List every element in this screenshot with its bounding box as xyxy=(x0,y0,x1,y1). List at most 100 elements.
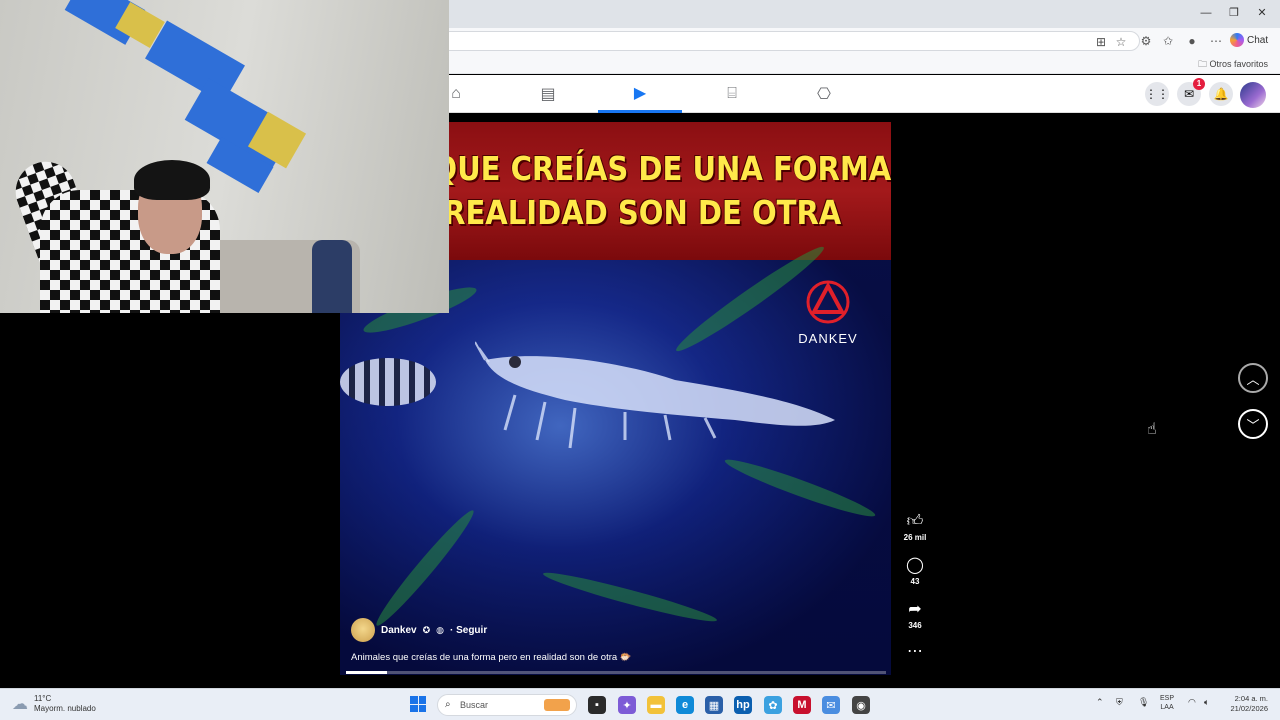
verified-icon: ✪ xyxy=(422,624,431,635)
home-icon: ⌂ xyxy=(451,85,461,102)
minimize-icon[interactable]: — xyxy=(1192,4,1220,22)
tab-feeds[interactable]: ▤ xyxy=(506,75,590,113)
shrimp-illustration xyxy=(475,341,835,449)
volume-icon[interactable]: 🔈︎ xyxy=(1204,697,1209,708)
video-caption: Animales que creías de una forma pero en… xyxy=(351,652,632,663)
comment-icon: ◯ xyxy=(906,557,924,574)
windows-taskbar: ☁ 11°C Mayorm. nublado ⌕ Buscar ▪ ✦ ▬ e … xyxy=(0,688,1280,720)
messenger-button[interactable]: ✉ 1 xyxy=(1177,78,1205,106)
url-field[interactable]: ⊞ ☆ xyxy=(440,31,1140,51)
hp-app-icon[interactable]: hp xyxy=(734,696,752,714)
search-placeholder: Buscar xyxy=(460,700,489,710)
mail-app-icon[interactable]: ✉ xyxy=(822,696,840,714)
dankev-logo-icon xyxy=(806,280,850,324)
restore-icon[interactable]: ❐ xyxy=(1220,4,1248,22)
weather-widget[interactable]: ☁ 11°C Mayorm. nublado xyxy=(12,694,96,714)
webcam-couch-arm xyxy=(312,240,352,313)
watermark-text: DANKEV xyxy=(798,331,858,346)
author-row: Dankev ✪ ◍ · Seguir xyxy=(351,618,487,642)
tab-marketplace[interactable]: ⌸ xyxy=(690,75,774,113)
video-icon: ▶ xyxy=(633,84,647,102)
mcafee-icon[interactable]: M xyxy=(793,696,811,714)
chevron-down-icon: ﹀ xyxy=(1246,417,1260,433)
webcam-person-hair xyxy=(134,160,210,200)
author-avatar[interactable] xyxy=(351,618,375,642)
messenger-icon: ✉ xyxy=(1183,87,1195,101)
banner-line-2: EN REALIDAD SON DE OTRA xyxy=(389,193,842,232)
comment-button[interactable]: ◯ 43 xyxy=(898,556,932,586)
more-dots-icon: ⋯ xyxy=(907,643,923,660)
bell-icon: 🔔 xyxy=(1213,87,1229,101)
media-app-icon[interactable]: ◉ xyxy=(852,696,870,714)
taskbar-search[interactable]: ⌕ Buscar xyxy=(437,694,577,716)
task-view-icon[interactable]: ▪ xyxy=(588,696,606,714)
profile-icon[interactable]: ● xyxy=(1184,33,1200,49)
gaming-icon: ⎔ xyxy=(817,86,831,103)
security-tray-icon[interactable]: ⛨ xyxy=(1116,697,1123,708)
plant-leaf xyxy=(541,566,719,628)
globe-icon: ◍ xyxy=(436,624,444,635)
author-name[interactable]: Dankev xyxy=(381,625,417,636)
screen: — ❐ ✕ ⊞ ☆ ⚙ ✩ ● ⋯ Chat 🗀 Otros favoritos… xyxy=(0,0,1280,720)
marketplace-icon: ⌸ xyxy=(727,85,737,102)
search-highlight-image xyxy=(544,699,570,711)
other-favorites-label: Otros favoritos xyxy=(1209,59,1268,69)
messenger-badge: 1 xyxy=(1193,78,1205,90)
search-icon: ⌕ xyxy=(445,699,451,710)
wifi-icon[interactable]: ◠ xyxy=(1188,697,1196,708)
profile-avatar[interactable] xyxy=(1240,82,1266,108)
more-menu-icon[interactable]: ⋯ xyxy=(1208,33,1224,49)
weather-description: Mayorm. nublado xyxy=(34,704,96,713)
mouse-pointer-icon: ☝ xyxy=(1147,421,1157,438)
language-code: ESP xyxy=(1160,695,1175,702)
copilot-app-icon[interactable]: ✦ xyxy=(618,696,636,714)
close-icon[interactable]: ✕ xyxy=(1248,4,1276,22)
dankev-watermark: DANKEV xyxy=(796,280,860,346)
weather-temperature: 11°C xyxy=(34,694,52,703)
share-icon: ➦ xyxy=(908,601,922,618)
store-icon[interactable]: ▦ xyxy=(705,696,723,714)
chevron-up-icon: ︿ xyxy=(1246,371,1260,387)
comment-count: 43 xyxy=(910,577,920,586)
video-progress-fill xyxy=(346,671,387,674)
more-options-button[interactable]: ⋯ xyxy=(898,642,932,662)
share-button[interactable]: ➦ 346 xyxy=(898,600,932,630)
taskbar-clock[interactable]: 2:04 a. m. 21/02/2026 xyxy=(1230,694,1268,714)
clock-time: 2:04 a. m. xyxy=(1234,694,1268,703)
keyboard-layout: LAA xyxy=(1160,704,1174,711)
notifications-button[interactable]: 🔔 xyxy=(1209,82,1233,106)
read-aloud-icon[interactable]: ⊞ xyxy=(1093,34,1109,50)
copilot-label: Chat xyxy=(1247,35,1269,46)
file-explorer-icon[interactable]: ▬ xyxy=(647,696,665,714)
menu-button[interactable]: ⋮⋮ xyxy=(1145,82,1169,106)
favorites-icon[interactable]: ✩ xyxy=(1160,33,1176,49)
photos-app-icon[interactable]: ✿ xyxy=(764,696,782,714)
favorite-star-icon[interactable]: ☆ xyxy=(1113,34,1129,50)
start-button[interactable] xyxy=(410,696,426,712)
feeds-icon: ▤ xyxy=(540,86,556,103)
striped-fish xyxy=(340,358,436,406)
share-count: 346 xyxy=(908,621,922,630)
clock-date: 21/02/2026 xyxy=(1230,704,1268,713)
language-indicator[interactable]: ESP LAA xyxy=(1160,694,1174,712)
follow-button[interactable]: · Seguir xyxy=(450,625,487,636)
webcam-overlay xyxy=(0,0,449,313)
tab-gaming[interactable]: ⎔ xyxy=(782,75,866,113)
next-reel-button[interactable]: ﹀ xyxy=(1238,409,1268,439)
thumbs-up-icon: 👍︎ xyxy=(906,513,924,530)
grid-menu-icon: ⋮⋮ xyxy=(1145,87,1169,101)
like-count: 26 mil xyxy=(903,533,927,542)
copilot-button[interactable]: Chat xyxy=(1230,32,1274,50)
show-hidden-icons[interactable]: ⌃ xyxy=(1096,697,1104,708)
other-favorites-folder[interactable]: 🗀 Otros favoritos xyxy=(1198,57,1268,73)
video-progress-bar[interactable] xyxy=(346,671,886,674)
like-button[interactable]: 👍︎ 26 mil xyxy=(898,512,932,542)
cloud-icon: ☁ xyxy=(12,696,28,713)
plant-leaf xyxy=(722,453,878,523)
extensions-icon[interactable]: ⚙ xyxy=(1138,33,1154,49)
plant-leaf xyxy=(370,505,480,631)
previous-reel-button[interactable]: ︿ xyxy=(1238,363,1268,393)
microphone-tray-icon[interactable]: 🎙︎ xyxy=(1138,697,1149,708)
edge-browser-icon[interactable]: e xyxy=(676,696,694,714)
tab-video[interactable]: ▶ xyxy=(598,75,682,113)
